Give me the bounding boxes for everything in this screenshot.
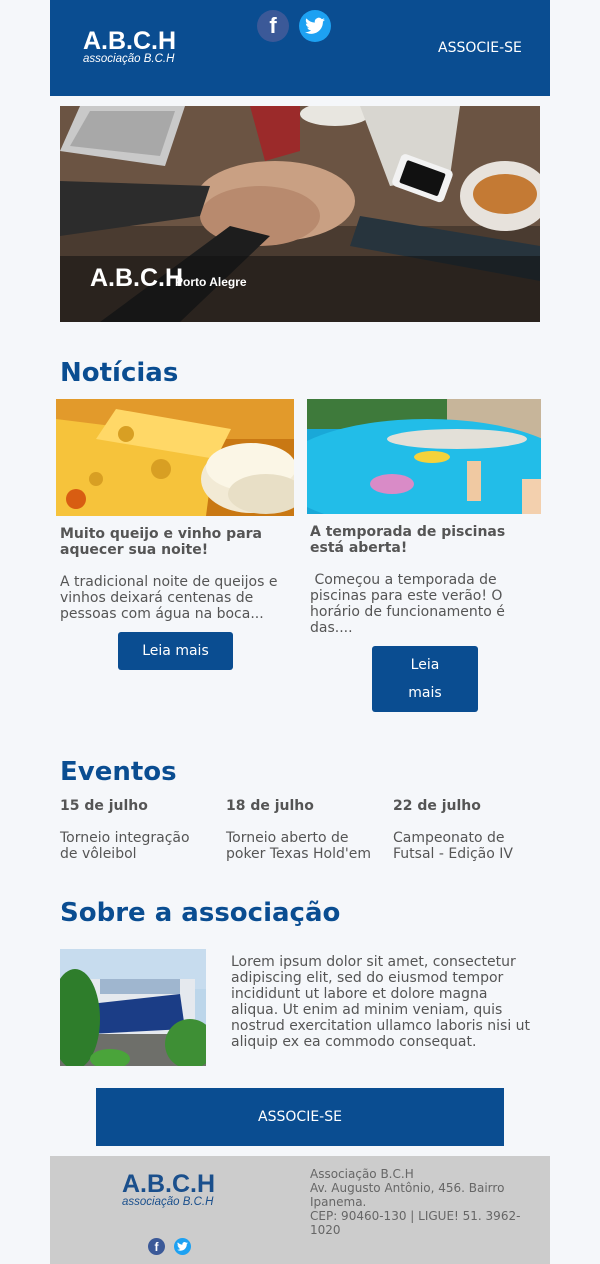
footer-logo[interactable]: A.B.C.H associação B.C.H <box>122 1172 215 1209</box>
news-item-text: Começou a temporada de piscinas para est… <box>310 572 510 636</box>
footer-logo-subtext: associação B.C.H <box>122 1196 214 1208</box>
about-building-image <box>60 949 206 1066</box>
read-more-button[interactable]: Leia mais <box>118 632 233 670</box>
hero-image: A.B.C.H Porto Alegre <box>60 106 540 322</box>
event-description[interactable]: Torneio aberto de poker Texas Hold'em <box>226 830 376 862</box>
facebook-icon[interactable]: f <box>257 10 289 42</box>
footer-address-block: Associação B.C.H Av. Augusto Antônio, 45… <box>310 1167 530 1237</box>
twitter-icon[interactable] <box>299 10 331 42</box>
news-item-title[interactable]: A temporada de piscinas está aberta! <box>310 524 536 556</box>
header-bar: A.B.C.H associação B.C.H f ASSOCIE-SE <box>50 0 550 96</box>
event-date: 22 de julho <box>393 798 481 814</box>
hero-city: Porto Alegre <box>175 275 247 289</box>
footer-address: Av. Augusto Antônio, 456. Bairro Ipanema… <box>310 1181 505 1209</box>
read-more-button[interactable]: Leia mais <box>372 646 478 712</box>
facebook-icon[interactable]: f <box>148 1238 165 1255</box>
event-description[interactable]: Torneio integração de vôleibol <box>60 830 210 862</box>
logo-subtext: associação B.C.H <box>83 53 175 65</box>
event-description[interactable]: Campeonato de Futsal - Edição IV <box>393 830 543 862</box>
logo-text: A.B.C.H <box>83 27 177 55</box>
twitter-icon[interactable] <box>174 1238 191 1255</box>
footer-org-name: Associação B.C.H <box>310 1167 414 1181</box>
associe-link[interactable]: ASSOCIE-SE <box>438 40 522 56</box>
hero-brand: A.B.C.H <box>90 264 184 292</box>
news-image-cheese[interactable] <box>56 399 294 516</box>
about-section-title: Sobre a associação <box>60 898 341 928</box>
footer-contact: CEP: 90460-130 | LIGUE! 51. 3962-1020 <box>310 1209 521 1237</box>
event-date: 18 de julho <box>226 798 314 814</box>
news-section-title: Notícias <box>60 358 179 388</box>
news-item-text: A tradicional noite de queijos e vinhos … <box>60 574 278 622</box>
news-item-title[interactable]: Muito queijo e vinho para aquecer sua no… <box>60 526 290 558</box>
events-section-title: Eventos <box>60 757 177 787</box>
event-date: 15 de julho <box>60 798 148 814</box>
news-image-pool[interactable] <box>307 399 541 514</box>
footer: A.B.C.H associação B.C.H f Associação B.… <box>50 1156 550 1264</box>
associe-button[interactable]: ASSOCIE-SE <box>96 1088 504 1146</box>
about-text: Lorem ipsum dolor sit amet, consectetur … <box>231 954 531 1050</box>
header-logo[interactable]: A.B.C.H associação B.C.H <box>83 29 176 66</box>
footer-logo-text: A.B.C.H <box>122 1170 216 1198</box>
